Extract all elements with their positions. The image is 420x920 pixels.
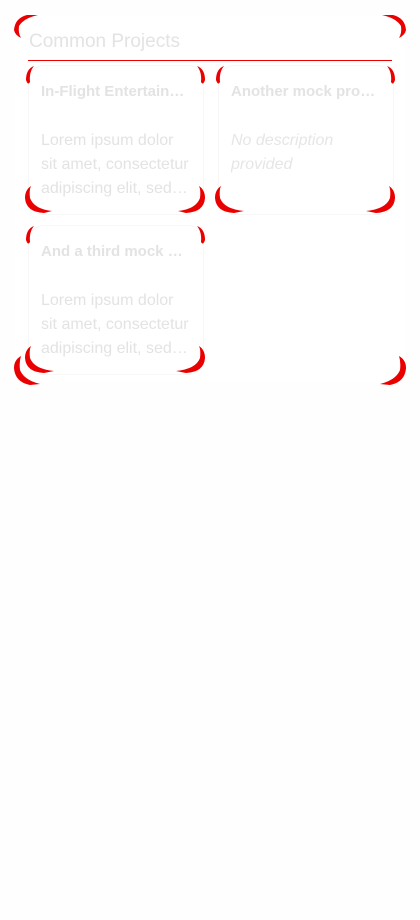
common-projects-panel: Common Projects In-Flight Entertainment … xyxy=(15,15,405,383)
section-title: Common Projects xyxy=(29,31,180,52)
project-card-description: Lorem ipsum dolor sit amet, consectetur … xyxy=(41,292,189,357)
project-card[interactable]: In-Flight Entertainment System Upgrade L… xyxy=(28,65,204,215)
project-card-title: And a third mock project xyxy=(41,243,187,260)
project-card-description-empty: No description provided xyxy=(231,132,334,173)
project-card-title: Another mock project xyxy=(231,83,377,100)
page: Common Projects In-Flight Entertainment … xyxy=(0,0,420,920)
project-card[interactable]: And a third mock project Lorem ipsum dol… xyxy=(28,225,204,375)
project-card[interactable]: Another mock project No description prov… xyxy=(218,65,394,215)
project-card-description: Lorem ipsum dolor sit amet, consectetur … xyxy=(41,132,189,197)
project-card-title: In-Flight Entertainment System Upgrade xyxy=(41,83,187,100)
section-divider xyxy=(28,60,392,61)
